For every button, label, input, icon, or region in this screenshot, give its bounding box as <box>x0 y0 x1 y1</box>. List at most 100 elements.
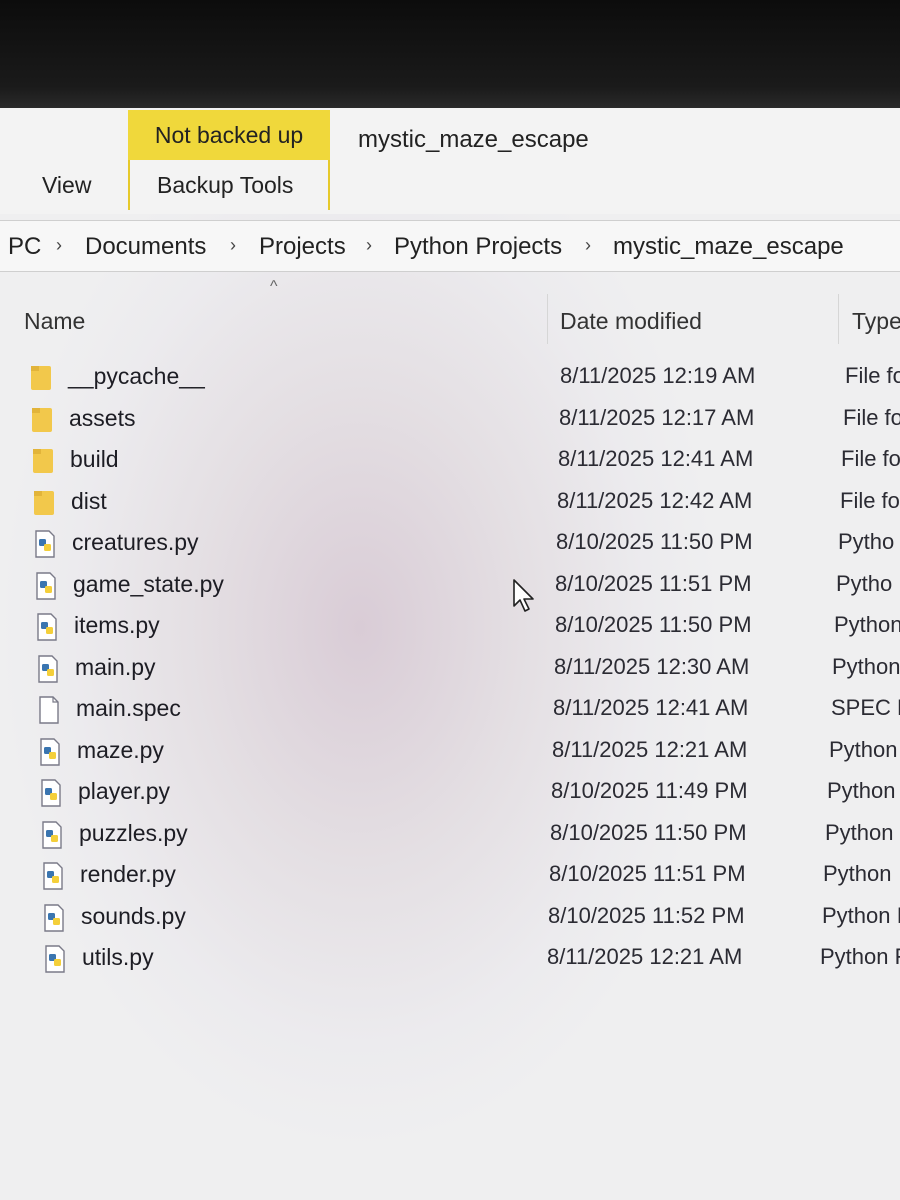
file-row[interactable]: items.py 8/10/2025 11:50 PM Python <box>0 607 900 647</box>
file-date-modified: 8/11/2025 12:19 AM <box>560 363 756 388</box>
python-file-icon <box>39 737 61 766</box>
python-file-icon <box>40 779 62 807</box>
breadcrumb-mystic-maze-escape[interactable]: mystic_maze_escape <box>613 233 844 261</box>
window-title: mystic_maze_escape <box>358 126 589 153</box>
file-type: Python <box>827 778 896 803</box>
file-name[interactable]: player.py <box>78 778 170 805</box>
file-date-modified: 8/11/2025 12:21 AM <box>547 944 743 969</box>
file-name[interactable]: render.py <box>80 861 176 888</box>
file-name[interactable]: sounds.py <box>81 903 186 930</box>
ribbon-tab-view[interactable]: View <box>42 172 91 199</box>
file-row[interactable]: utils.py 8/11/2025 12:21 AM Python F <box>0 939 900 979</box>
file-name[interactable]: maze.py <box>77 737 164 764</box>
ribbon-tab-backup-tools[interactable]: Backup Tools <box>157 172 293 199</box>
file-row[interactable]: build 8/11/2025 12:41 AM File fo <box>0 441 900 481</box>
file-type: File fo <box>845 363 900 388</box>
folder-icon <box>32 447 54 475</box>
column-header-date-modified[interactable]: Date modified <box>560 308 702 335</box>
file-type: Pytho <box>838 529 895 554</box>
folder-icon <box>31 406 53 434</box>
column-header-type[interactable]: Type <box>852 308 900 335</box>
chevron-right-icon: › <box>230 235 236 255</box>
file-row[interactable]: sounds.py 8/10/2025 11:52 PM Python I <box>0 898 900 938</box>
file-row[interactable]: creatures.py 8/10/2025 11:50 PM Pytho <box>0 524 900 564</box>
file-name[interactable]: puzzles.py <box>79 820 188 847</box>
python-file-icon <box>42 862 64 890</box>
sort-ascending-icon: ^ <box>270 278 278 295</box>
file-type: Python F <box>820 944 900 969</box>
file-type: Python <box>829 736 898 762</box>
column-headers: Name Date modified Type <box>0 308 900 348</box>
file-name[interactable]: main.py <box>75 654 156 681</box>
file-row[interactable]: game_state.py 8/10/2025 11:51 PM Pytho <box>0 566 900 606</box>
file-name[interactable]: dist <box>71 488 107 515</box>
file-row[interactable]: player.py 8/10/2025 11:49 PM Python <box>0 773 900 813</box>
breadcrumb-documents[interactable]: Documents <box>85 233 206 261</box>
python-file-icon <box>43 903 65 932</box>
mouse-cursor-icon <box>513 579 534 612</box>
python-file-icon <box>34 530 56 558</box>
python-file-icon <box>44 945 66 973</box>
file-name[interactable]: utils.py <box>82 944 154 971</box>
file-row[interactable]: assets 8/11/2025 12:17 AM File fo <box>0 400 900 440</box>
python-file-icon <box>35 571 57 600</box>
file-row[interactable]: __pycache__ 8/11/2025 12:19 AM File fo <box>0 358 900 398</box>
ribbon: Not backed up mystic_maze_escape View Ba… <box>0 108 900 214</box>
file-type: Python <box>825 819 894 845</box>
python-file-icon <box>36 613 58 641</box>
monitor-bezel <box>0 0 900 108</box>
file-date-modified: 8/10/2025 11:50 PM <box>550 819 747 845</box>
file-date-modified: 8/10/2025 11:49 PM <box>551 778 748 803</box>
file-date-modified: 8/10/2025 11:52 PM <box>548 902 745 928</box>
file-type: File fo <box>841 446 900 471</box>
file-row[interactable]: render.py 8/10/2025 11:51 PM Python <box>0 856 900 896</box>
file-date-modified: 8/11/2025 12:41 AM <box>553 695 749 720</box>
file-type: Python I <box>822 902 900 928</box>
file-type: File fo <box>843 404 900 430</box>
file-type: Python <box>834 612 900 637</box>
python-file-icon <box>37 654 59 683</box>
file-date-modified: 8/11/2025 12:42 AM <box>557 487 753 513</box>
folder-icon <box>30 364 52 392</box>
file-type: Python <box>823 861 892 886</box>
chevron-right-icon: › <box>585 235 591 255</box>
file-name[interactable]: main.spec <box>76 695 181 722</box>
file-date-modified: 8/10/2025 11:50 PM <box>555 612 752 637</box>
file-row[interactable]: main.py 8/11/2025 12:30 AM Python <box>0 649 900 689</box>
file-date-modified: 8/11/2025 12:21 AM <box>552 736 748 762</box>
file-date-modified: 8/10/2025 11:51 PM <box>555 570 752 596</box>
file-date-modified: 8/11/2025 12:30 AM <box>554 653 750 679</box>
file-date-modified: 8/10/2025 11:51 PM <box>549 861 746 886</box>
file-type: File fo <box>840 487 900 513</box>
column-divider[interactable] <box>838 294 839 344</box>
file-name[interactable]: creatures.py <box>72 529 199 556</box>
blank-file-icon <box>38 696 60 724</box>
file-name[interactable]: build <box>70 446 119 473</box>
file-name[interactable]: assets <box>69 405 135 432</box>
file-row[interactable]: dist 8/11/2025 12:42 AM File fo <box>0 483 900 523</box>
python-file-icon <box>41 820 63 849</box>
file-row[interactable]: puzzles.py 8/10/2025 11:50 PM Python <box>0 815 900 855</box>
file-type: Python <box>832 653 900 679</box>
file-row[interactable]: main.spec 8/11/2025 12:41 AM SPEC F <box>0 690 900 730</box>
chevron-right-icon: › <box>56 235 62 255</box>
file-type: SPEC F <box>831 695 900 720</box>
backup-status-tab[interactable]: Not backed up <box>128 110 330 160</box>
breadcrumb-python-projects[interactable]: Python Projects <box>394 233 562 261</box>
breadcrumb-pc[interactable]: PC <box>8 233 41 261</box>
file-date-modified: 8/10/2025 11:50 PM <box>556 529 753 554</box>
column-header-name[interactable]: Name <box>24 308 85 335</box>
column-divider[interactable] <box>547 294 548 344</box>
folder-icon <box>33 489 55 517</box>
file-type: Pytho <box>836 570 893 596</box>
chevron-right-icon: › <box>366 235 372 255</box>
file-date-modified: 8/11/2025 12:41 AM <box>558 446 754 471</box>
file-name[interactable]: items.py <box>74 612 160 639</box>
address-bar[interactable]: PC › Documents › Projects › Python Proje… <box>0 220 900 272</box>
file-name[interactable]: game_state.py <box>73 571 224 598</box>
file-explorer-window: Not backed up mystic_maze_escape View Ba… <box>0 108 900 1200</box>
file-name[interactable]: __pycache__ <box>68 363 205 390</box>
file-date-modified: 8/11/2025 12:17 AM <box>559 404 755 430</box>
breadcrumb-projects[interactable]: Projects <box>259 233 346 261</box>
file-row[interactable]: maze.py 8/11/2025 12:21 AM Python <box>0 732 900 772</box>
